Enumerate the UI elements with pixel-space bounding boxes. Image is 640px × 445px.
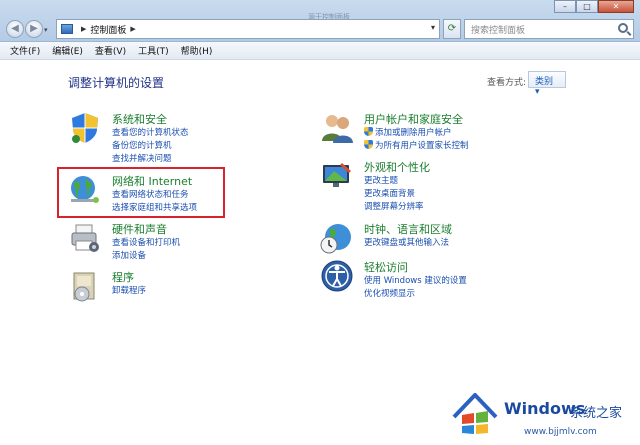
link-add-device[interactable]: 添加设备: [112, 249, 146, 261]
maximize-button[interactable]: □: [576, 0, 598, 13]
menu-edit[interactable]: 编辑(E): [52, 44, 83, 57]
menu-bar: 文件(F) 编辑(E) 查看(V) 工具(T) 帮助(H): [0, 42, 640, 60]
title-bar: 源于控制面板 – □ ✕ ◀ ▶ ▾ ▶ 控制面板 ▶ ▾ ⟳ 搜索控制面板: [0, 0, 640, 42]
refresh-button[interactable]: ⟳: [443, 19, 461, 39]
link-uninstall-program[interactable]: 卸载程序: [112, 284, 146, 296]
category-system-security: 系统和安全 查看您的计算机状态 备份您的计算机 查找并解决问题: [68, 111, 268, 164]
clock-globe-icon: [320, 224, 351, 254]
forward-button[interactable]: ▶: [25, 20, 43, 38]
programs-icon: [73, 272, 95, 302]
link-recommended-settings[interactable]: 使用 Windows 建议的设置: [364, 274, 467, 286]
link-change-background[interactable]: 更改桌面背景: [364, 187, 415, 199]
highlight-box: [57, 167, 225, 218]
search-placeholder: 搜索控制面板: [471, 26, 526, 36]
search-input[interactable]: 搜索控制面板: [464, 19, 634, 39]
link-screen-resolution[interactable]: 调整屏幕分辨率: [364, 200, 424, 212]
arrow-right-icon: ▶: [30, 23, 38, 34]
category-title-appearance[interactable]: 外观和个性化: [364, 159, 430, 175]
category-appearance: 外观和个性化 更改主题 更改桌面背景 调整屏幕分辨率: [320, 159, 540, 212]
category-hardware-sound: 硬件和声音 查看设备和打印机 添加设备: [68, 221, 268, 261]
uac-shield-icon: [364, 127, 373, 136]
users-icon: [322, 115, 353, 143]
windows-logo-icon: [452, 393, 498, 434]
category-clock-language: 时钟、语言和区域 更改键盘或其他输入法: [320, 221, 540, 257]
category-title-clock-language[interactable]: 时钟、语言和区域: [364, 221, 452, 237]
category-title-system-security[interactable]: 系统和安全: [112, 111, 167, 127]
watermark-url: www.bjjmlv.com: [524, 427, 597, 437]
close-button[interactable]: ✕: [598, 0, 634, 13]
window-controls: – □ ✕: [554, 0, 634, 13]
menu-view[interactable]: 查看(V): [95, 44, 126, 57]
category-title-ease-of-access[interactable]: 轻松访问: [364, 259, 408, 275]
category-programs: 程序 卸载程序: [68, 269, 268, 309]
minimize-button[interactable]: –: [554, 0, 576, 13]
link-optimize-display[interactable]: 优化视频显示: [364, 287, 415, 299]
menu-tools[interactable]: 工具(T): [138, 44, 169, 57]
link-change-input-method[interactable]: 更改键盘或其他输入法: [364, 236, 449, 248]
link-parental-controls-label: 为所有用户设置家长控制: [375, 141, 469, 151]
back-button[interactable]: ◀: [6, 20, 24, 38]
view-by-label: 查看方式:: [487, 78, 527, 88]
link-change-theme[interactable]: 更改主题: [364, 174, 398, 186]
category-title-user-accounts[interactable]: 用户帐户和家庭安全: [364, 111, 463, 127]
category-user-accounts: 用户帐户和家庭安全 添加或删除用户帐户 为所有用户设置家长控制: [320, 111, 540, 151]
page-title: 调整计算机的设置: [68, 76, 165, 90]
breadcrumb-control-panel[interactable]: 控制面板: [90, 23, 126, 36]
recent-pages-dropdown[interactable]: ▾: [44, 26, 48, 34]
shield-icon: [72, 113, 98, 143]
view-by-dropdown[interactable]: 类别 ▾: [528, 71, 566, 97]
link-view-computer-status[interactable]: 查看您的计算机状态: [112, 126, 189, 138]
category-ease-of-access: 轻松访问 使用 Windows 建议的设置 优化视频显示: [320, 259, 540, 299]
address-bar[interactable]: ▶ 控制面板 ▶ ▾: [56, 19, 440, 39]
search-icon[interactable]: [618, 23, 628, 33]
accessibility-icon: [321, 260, 353, 292]
breadcrumb-chevron-icon[interactable]: ▶: [130, 25, 135, 33]
link-parental-controls[interactable]: 为所有用户设置家长控制: [364, 139, 469, 151]
link-backup-computer[interactable]: 备份您的计算机: [112, 139, 172, 151]
link-add-remove-users-label: 添加或删除用户帐户: [375, 128, 452, 138]
watermark-sub: 系统之家: [570, 406, 623, 421]
breadcrumb-chevron-icon[interactable]: ▶: [81, 25, 86, 33]
link-troubleshoot[interactable]: 查找并解决问题: [112, 152, 172, 164]
control-panel-icon: [61, 24, 73, 34]
control-panel-content: 调整计算机的设置 查看方式: 类别 ▾ 系统和安全 查看您的计算机状态 备份您的…: [0, 61, 640, 445]
printer-icon: [71, 224, 99, 252]
arrow-left-icon: ◀: [11, 23, 19, 34]
link-add-remove-users[interactable]: 添加或删除用户帐户: [364, 126, 452, 138]
monitor-icon: [323, 163, 351, 187]
link-devices-printers[interactable]: 查看设备和打印机: [112, 236, 180, 248]
uac-shield-icon: [364, 140, 373, 149]
refresh-icon: ⟳: [447, 23, 457, 34]
category-title-programs[interactable]: 程序: [112, 269, 134, 285]
address-dropdown-icon[interactable]: ▾: [431, 23, 435, 32]
category-title-hardware-sound[interactable]: 硬件和声音: [112, 221, 167, 237]
watermark: Windows 系统之家 www.bjjmlv.com: [452, 393, 640, 445]
menu-file[interactable]: 文件(F): [10, 44, 40, 57]
menu-help[interactable]: 帮助(H): [181, 44, 213, 57]
